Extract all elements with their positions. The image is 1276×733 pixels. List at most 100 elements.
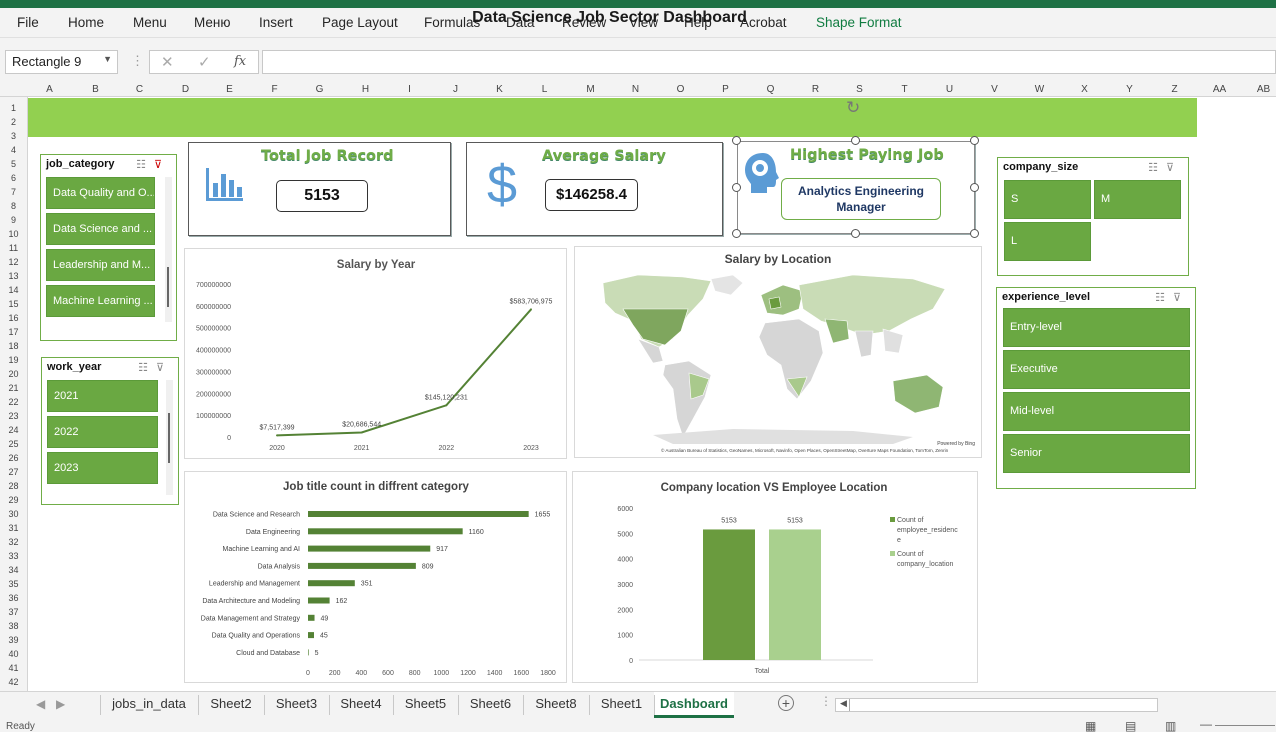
row-header[interactable]: 42 [0,677,27,687]
column-header[interactable]: X [1062,84,1107,95]
sheet-tab[interactable]: Sheet5 [393,696,458,711]
row-header[interactable]: 35 [0,579,27,589]
rotate-handle-icon[interactable]: ↻ [846,98,860,118]
column-header[interactable]: J [433,84,478,95]
row-header[interactable]: 33 [0,551,27,561]
scroll-right-icon[interactable]: ▶ [56,697,65,711]
page-break-icon[interactable]: ▥ [1165,719,1176,733]
column-header[interactable]: M [568,84,613,95]
slicer-item[interactable]: S [1004,180,1091,219]
tab-dashboard[interactable]: Dashboard [654,692,734,718]
resize-handle[interactable] [732,229,741,238]
row-header[interactable]: 29 [0,495,27,505]
slicer-item[interactable]: M [1094,180,1181,219]
scroll-left-icon[interactable]: ◀ [840,698,847,709]
row-header[interactable]: 19 [0,355,27,365]
chevron-down-icon[interactable]: ▼ [103,54,112,64]
row-header[interactable]: 34 [0,565,27,575]
page-layout-icon[interactable]: ▤ [1125,719,1136,733]
multi-select-icon[interactable]: ☷⊽ [138,361,172,374]
row-header[interactable]: 40 [0,649,27,659]
column-header[interactable]: F [252,84,297,95]
row-header[interactable]: 23 [0,411,27,421]
row-header[interactable]: 31 [0,523,27,533]
resize-handle[interactable] [732,136,741,145]
column-header[interactable]: V [972,84,1017,95]
column-header[interactable]: AA [1197,84,1242,95]
cancel-icon[interactable]: ✕ [161,53,174,71]
slicer-item[interactable]: L [1004,222,1091,261]
resize-handle[interactable] [732,183,741,192]
row-header[interactable]: 20 [0,369,27,379]
row-header[interactable]: 15 [0,299,27,309]
kpi-salary-card[interactable]: $ Average Salary $146258.4 [466,142,723,236]
slicer-item[interactable]: Executive [1003,350,1190,389]
column-header[interactable]: A [27,84,72,95]
slicer-item[interactable]: 2022 [47,416,158,448]
column-header[interactable]: S [837,84,882,95]
row-header[interactable]: 14 [0,285,27,295]
column-header[interactable]: D [163,84,208,95]
sheet-tab[interactable]: Sheet2 [198,696,264,711]
slicer-item[interactable]: Data Science and ... [46,213,155,245]
chart-company-vs-employee-location[interactable]: Company location VS Employee Location 0 1… [572,471,978,683]
row-header[interactable]: 13 [0,271,27,281]
column-header[interactable]: O [658,84,703,95]
row-header[interactable]: 24 [0,425,27,435]
row-header[interactable]: 8 [0,201,27,211]
row-header[interactable]: 3 [0,131,27,141]
resize-handle[interactable] [970,136,979,145]
row-header[interactable]: 17 [0,327,27,337]
column-header[interactable]: E [207,84,252,95]
slicer-item[interactable]: Machine Learning ... [46,285,155,317]
sheet-tab[interactable]: Sheet8 [523,696,589,711]
chart-job-title-count[interactable]: Job title count in diffrent category Dat… [184,471,567,683]
slicer-item[interactable]: 2023 [47,452,158,484]
column-header[interactable]: Z [1152,84,1197,95]
row-header[interactable]: 32 [0,537,27,547]
row-header[interactable]: 28 [0,481,27,491]
name-box[interactable]: Rectangle 9 ▼ [5,50,118,74]
slicer-item[interactable]: 2021 [47,380,158,412]
row-header[interactable]: 39 [0,635,27,645]
more-options-icon[interactable]: ⋮ [131,53,144,69]
slicer-item[interactable]: Entry-level [1003,308,1190,347]
sheet-tab[interactable]: jobs_in_data [100,696,198,711]
column-header[interactable]: H [343,84,388,95]
column-header[interactable]: R [793,84,838,95]
insert-function-icon[interactable]: fx [234,54,246,69]
row-header[interactable]: 11 [0,243,27,253]
row-header[interactable]: 27 [0,467,27,477]
slicer-item[interactable]: Senior [1003,434,1190,473]
clear-filter-icon[interactable]: ⊽ [154,159,170,171]
scrollbar[interactable] [166,380,173,495]
row-header[interactable]: 41 [0,663,27,673]
column-header[interactable]: N [613,84,658,95]
row-header[interactable]: 2 [0,117,27,127]
column-header[interactable]: L [522,84,567,95]
row-header[interactable]: 12 [0,257,27,267]
multi-select-icon[interactable]: ☷⊽ [136,158,170,171]
column-header[interactable]: G [297,84,342,95]
row-header[interactable]: 36 [0,593,27,603]
column-header[interactable]: T [882,84,927,95]
row-header[interactable]: 6 [0,173,27,183]
column-header[interactable]: AB [1241,84,1276,95]
scrollbar-thumb[interactable] [167,267,169,307]
resize-handle[interactable] [970,183,979,192]
resize-handle[interactable] [970,229,979,238]
sheet-tab[interactable]: Sheet3 [264,696,329,711]
multi-select-icon[interactable]: ☷⊽ [1155,291,1189,304]
slicer-item[interactable]: Mid-level [1003,392,1190,431]
row-header[interactable]: 38 [0,621,27,631]
resize-handle[interactable] [851,136,860,145]
row-header[interactable]: 16 [0,313,27,323]
slicer-item[interactable]: Data Quality and O... [46,177,155,209]
kpi-job-card[interactable]: Highest Paying Job Analytics Engineering… [737,141,975,234]
sheet-tab[interactable]: Sheet1 [589,696,654,711]
zoom-slider[interactable] [1215,725,1275,726]
column-header[interactable]: U [927,84,972,95]
slicer-item[interactable]: Leadership and M... [46,249,155,281]
sheet-tab[interactable]: Sheet6 [458,696,523,711]
column-header[interactable]: B [73,84,118,95]
